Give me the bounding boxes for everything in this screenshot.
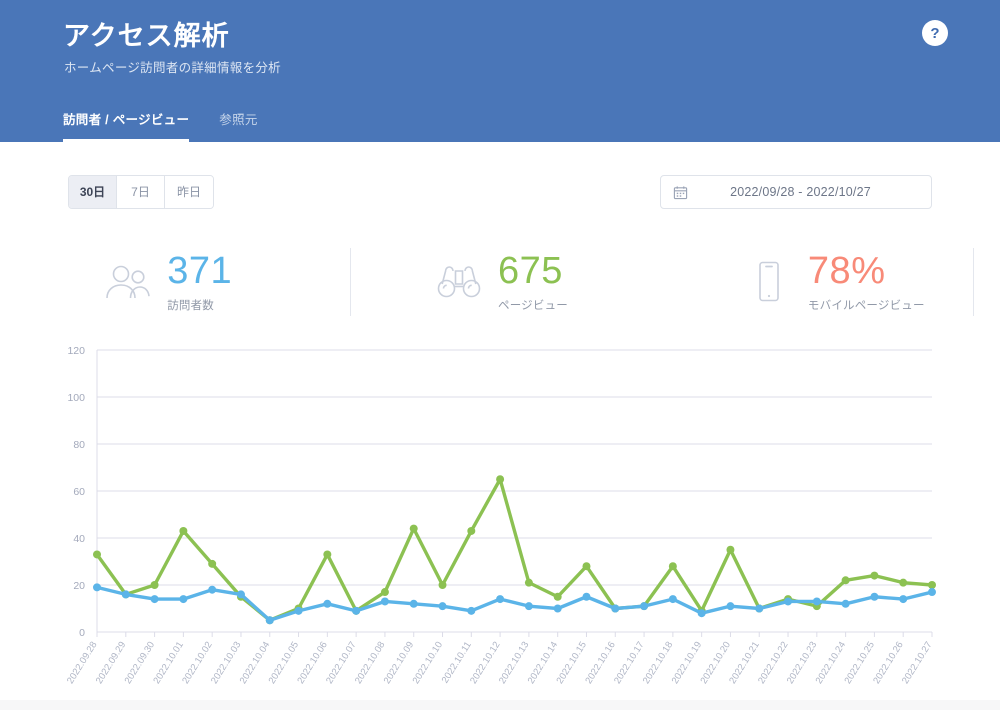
data-point[interactable] — [467, 526, 476, 535]
data-point[interactable] — [150, 595, 159, 604]
data-point[interactable] — [294, 606, 303, 615]
range-button-group: 30日 7日 昨日 — [68, 175, 214, 209]
y-axis-tick: 120 — [67, 345, 85, 357]
data-point[interactable] — [409, 524, 418, 533]
tab-bar: 訪問者 / ページビュー 参照元 — [63, 109, 258, 142]
series-line — [95, 477, 934, 622]
kpi-row: 371 訪問者数 675 ページビュー 78% モバイルページビュー — [0, 232, 1000, 332]
data-point[interactable] — [438, 581, 447, 589]
binoculars-icon — [432, 259, 486, 305]
data-point[interactable] — [928, 588, 936, 597]
kpi-visitors-label: 訪問者数 — [167, 299, 215, 312]
kpi-visitors-value: 371 — [167, 249, 233, 292]
data-point[interactable] — [668, 595, 677, 604]
tab-referrers[interactable]: 参照元 — [219, 109, 257, 142]
data-point[interactable] — [582, 562, 591, 571]
data-point[interactable] — [784, 597, 793, 606]
data-point[interactable] — [323, 550, 332, 559]
analytics-page: アクセス解析 ホームページ訪問者の詳細情報を分析 ? 訪問者 / ページビュー … — [0, 0, 1000, 710]
data-point[interactable] — [726, 545, 735, 554]
y-axis-tick: 40 — [73, 533, 85, 545]
kpi-visitors: 371 訪問者数 — [0, 232, 351, 332]
data-point[interactable] — [496, 595, 505, 604]
data-point[interactable] — [582, 592, 591, 601]
data-point[interactable] — [236, 590, 245, 599]
data-point[interactable] — [640, 602, 649, 611]
data-point[interactable] — [179, 526, 188, 535]
data-point[interactable] — [841, 599, 850, 608]
kpi-pageviews-value: 675 — [498, 249, 563, 292]
data-point[interactable] — [438, 602, 447, 611]
kpi-pageviews-label: ページビュー — [498, 299, 568, 312]
data-point[interactable] — [409, 599, 418, 608]
data-point[interactable] — [93, 583, 101, 592]
data-point[interactable] — [93, 550, 101, 559]
y-axis-tick: 0 — [79, 627, 85, 639]
x-axis-label: 2022.10.27 — [900, 640, 935, 686]
data-point[interactable] — [697, 609, 706, 618]
footer-strip — [0, 700, 1000, 710]
data-point[interactable] — [726, 602, 735, 611]
data-point[interactable] — [380, 588, 389, 597]
date-range-value: 2022/09/28 - 2022/10/27 — [730, 185, 871, 199]
data-point[interactable] — [208, 585, 217, 594]
chart-canvas: 0204060801001202022.09.282022.09.292022.… — [65, 345, 936, 686]
range-button-yesterday[interactable]: 昨日 — [165, 176, 213, 208]
data-point[interactable] — [899, 578, 908, 587]
y-axis-tick: 20 — [73, 580, 85, 592]
data-point[interactable] — [150, 581, 159, 589]
data-point[interactable] — [380, 597, 389, 606]
data-point[interactable] — [553, 604, 562, 613]
data-point[interactable] — [668, 562, 677, 571]
kpi-mobile-label: モバイルページビュー — [807, 299, 925, 312]
question-mark-icon: ? — [930, 24, 940, 42]
range-button-30days[interactable]: 30日 — [69, 176, 117, 208]
data-point[interactable] — [755, 604, 764, 613]
kpi-mobile-pageviews: 78% モバイルページビュー — [667, 232, 1000, 332]
kpi-pageviews: 675 ページビュー — [333, 232, 975, 332]
calendar-icon — [673, 185, 688, 200]
data-point[interactable] — [265, 616, 274, 625]
data-point[interactable] — [121, 590, 130, 599]
data-point[interactable] — [524, 602, 533, 611]
data-point[interactable] — [928, 581, 936, 589]
data-point[interactable] — [323, 599, 332, 608]
data-point[interactable] — [870, 571, 879, 580]
y-axis-tick: 80 — [73, 439, 85, 451]
data-point[interactable] — [899, 595, 908, 604]
page-header: アクセス解析 ホームページ訪問者の詳細情報を分析 ? 訪問者 / ページビュー … — [0, 0, 1000, 142]
tab-visitors-pageviews[interactable]: 訪問者 / ページビュー — [63, 109, 190, 142]
toolbar: 30日 7日 昨日 2022/09/28 - 2022/10/27 — [0, 142, 1000, 234]
data-point[interactable] — [496, 475, 505, 484]
y-axis-tick: 60 — [73, 486, 85, 498]
data-point[interactable] — [179, 595, 188, 604]
data-point[interactable] — [208, 559, 217, 568]
kpi-mobile-value: 78% — [807, 249, 886, 292]
data-point[interactable] — [467, 606, 476, 615]
help-button[interactable]: ? — [922, 20, 948, 46]
range-button-7days[interactable]: 7日 — [117, 176, 165, 208]
data-point[interactable] — [812, 597, 821, 606]
y-axis-tick: 100 — [67, 392, 85, 404]
data-point[interactable] — [870, 592, 879, 601]
page-title: アクセス解析 — [63, 21, 230, 51]
smartphone-icon — [742, 259, 796, 305]
traffic-line-chart: iinepc.com 0204060801001202022.09.282022… — [0, 332, 1000, 710]
data-point[interactable] — [611, 604, 620, 613]
page-subtitle: ホームページ訪問者の詳細情報を分析 — [64, 61, 281, 75]
data-point[interactable] — [524, 578, 533, 587]
data-point[interactable] — [553, 592, 562, 601]
data-point[interactable] — [841, 576, 850, 585]
data-point[interactable] — [352, 606, 361, 615]
date-range-picker[interactable]: 2022/09/28 - 2022/10/27 — [660, 175, 932, 209]
users-icon — [101, 259, 155, 305]
